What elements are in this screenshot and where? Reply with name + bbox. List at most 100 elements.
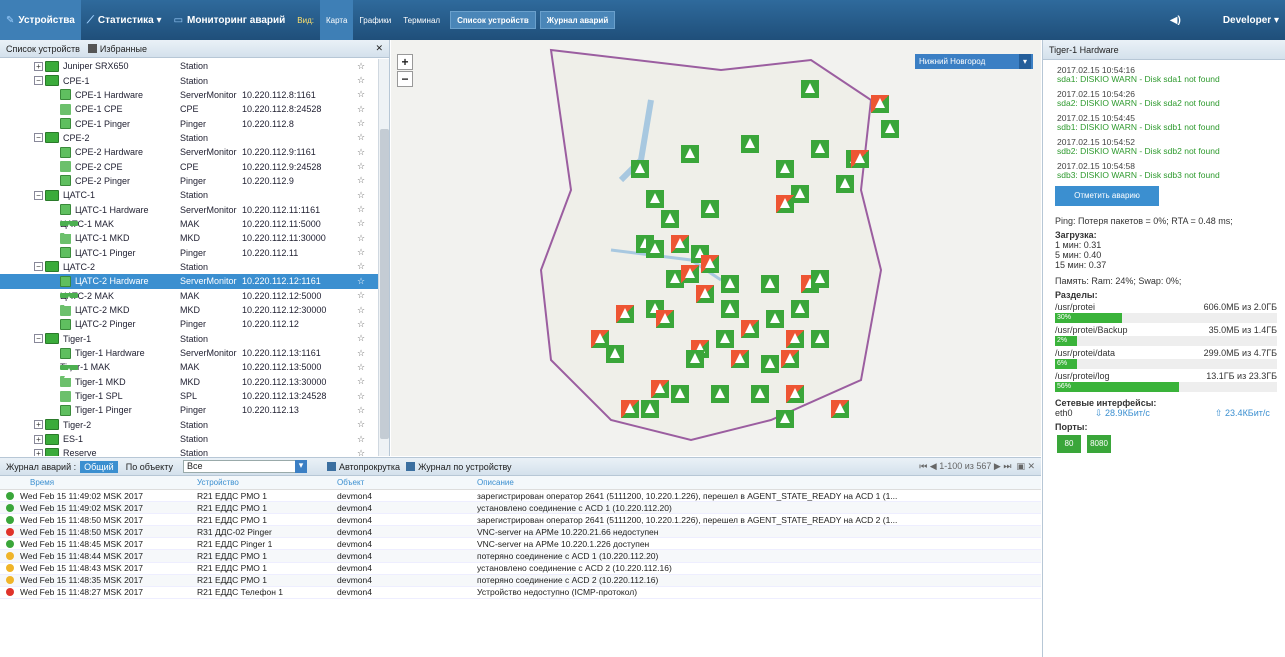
collapse-icon[interactable]: − xyxy=(34,133,43,143)
tree-row[interactable]: CPE-2 CPE CPE 10.220.112.9:24528 ☆ xyxy=(0,159,378,173)
filter-select[interactable]: Все xyxy=(182,460,307,473)
station-marker-icon[interactable] xyxy=(711,385,729,403)
tree-row[interactable]: + Reserve Station ☆ xyxy=(0,446,378,456)
station-marker-icon[interactable] xyxy=(681,145,699,163)
station-marker-icon[interactable] xyxy=(661,210,679,228)
favorite-star-icon[interactable]: ☆ xyxy=(354,333,368,344)
alarm-row[interactable]: Wed Feb 15 11:48:27 MSK 2017 R21 ЕДДС Тел… xyxy=(0,587,1041,599)
station-marker-icon[interactable] xyxy=(786,330,804,348)
col-object[interactable]: Объект xyxy=(337,478,477,487)
favorite-star-icon[interactable]: ☆ xyxy=(354,448,368,456)
tree-row[interactable]: ЦАТС-1 Hardware ServerMonitor 10.220.112.1… xyxy=(0,202,378,216)
collapse-icon[interactable]: − xyxy=(34,76,43,86)
station-marker-icon[interactable] xyxy=(716,330,734,348)
station-marker-icon[interactable] xyxy=(646,240,664,258)
collapse-icon[interactable]: − xyxy=(34,334,43,344)
close-icon[interactable]: ✕ xyxy=(375,43,383,54)
zoom-out-button[interactable]: − xyxy=(397,71,413,87)
station-marker-icon[interactable] xyxy=(696,285,714,303)
station-marker-icon[interactable] xyxy=(606,345,624,363)
tab-by-object[interactable]: По объекту xyxy=(122,461,177,473)
favorite-star-icon[interactable]: ☆ xyxy=(354,261,368,272)
favorite-star-icon[interactable]: ☆ xyxy=(354,190,368,201)
station-marker-icon[interactable] xyxy=(631,160,649,178)
station-marker-icon[interactable] xyxy=(851,150,869,168)
station-marker-icon[interactable] xyxy=(776,195,794,213)
station-marker-icon[interactable] xyxy=(731,350,749,368)
favorite-star-icon[interactable]: ☆ xyxy=(354,319,368,330)
station-marker-icon[interactable] xyxy=(681,265,699,283)
station-marker-icon[interactable] xyxy=(621,400,639,418)
favorite-star-icon[interactable]: ☆ xyxy=(354,132,368,143)
col-time[interactable]: Время xyxy=(0,478,197,487)
tree-row[interactable]: ЦАТС-2 MAK MAK 10.220.112.12:5000 ☆ xyxy=(0,289,378,307)
menu-statistics[interactable]: ⟋ Статистика ▾ xyxy=(81,15,168,26)
tree-row[interactable]: ЦАТС-1 MAK MAK 10.220.112.11:5000 ☆ xyxy=(0,217,378,235)
region-select[interactable]: Нижний Новгород xyxy=(915,54,1033,69)
station-marker-icon[interactable] xyxy=(641,400,659,418)
station-marker-icon[interactable] xyxy=(781,350,799,368)
favorite-star-icon[interactable]: ☆ xyxy=(354,276,368,287)
station-marker-icon[interactable] xyxy=(701,255,719,273)
favorite-star-icon[interactable]: ☆ xyxy=(354,362,368,373)
collapse-icon[interactable]: − xyxy=(34,190,43,200)
favorite-star-icon[interactable]: ☆ xyxy=(354,405,368,416)
tree-row[interactable]: + Tiger-2 Station ☆ xyxy=(0,418,378,432)
tree-row[interactable]: Tiger-1 SPL SPL 10.220.112.13:24528 ☆ xyxy=(0,389,378,403)
station-marker-icon[interactable] xyxy=(721,300,739,318)
favorites-tab[interactable]: Избранные xyxy=(87,44,147,54)
zoom-in-button[interactable]: + xyxy=(397,54,413,70)
col-device[interactable]: Устройство xyxy=(197,478,337,487)
tree-row[interactable]: Tiger-1 Hardware ServerMonitor 10.220.112.… xyxy=(0,346,378,360)
alarm-row[interactable]: Wed Feb 15 11:48:35 MSK 2017 R21 ЕДДС РМО… xyxy=(0,574,1041,587)
menu-devices[interactable]: ✎ Устройства xyxy=(0,0,81,40)
view-map-button[interactable]: Карта xyxy=(320,0,354,40)
favorite-star-icon[interactable]: ☆ xyxy=(354,147,368,158)
station-marker-icon[interactable] xyxy=(721,275,739,293)
station-marker-icon[interactable] xyxy=(751,385,769,403)
tree-row[interactable]: Tiger-1 Pinger Pinger 10.220.112.13 ☆ xyxy=(0,403,378,417)
alarm-row[interactable]: Wed Feb 15 11:48:43 MSK 2017 R21 ЕДДС РМО… xyxy=(0,563,1041,575)
station-marker-icon[interactable] xyxy=(776,160,794,178)
station-marker-icon[interactable] xyxy=(871,95,889,113)
acknowledge-alarm-button[interactable]: Отметить аварию xyxy=(1055,186,1159,206)
tree-row[interactable]: Tiger-1 MKD MKD 10.220.112.13:30000 ☆ xyxy=(0,375,378,389)
tree-row[interactable]: ЦАТС-2 Hardware ServerMonitor 10.220.112.1… xyxy=(0,274,378,289)
station-marker-icon[interactable] xyxy=(776,410,794,428)
view-graphs-button[interactable]: Графики xyxy=(353,16,397,25)
sound-icon[interactable]: ◀) xyxy=(1164,15,1187,26)
alarm-row[interactable]: Wed Feb 15 11:48:50 MSK 2017 R31 ДДС-02 P… xyxy=(0,526,1041,539)
favorite-star-icon[interactable]: ☆ xyxy=(354,233,368,244)
favorite-star-icon[interactable]: ☆ xyxy=(354,290,368,301)
tree-row[interactable]: − ЦАТС-1 Station ☆ xyxy=(0,188,378,202)
favorite-star-icon[interactable]: ☆ xyxy=(354,348,368,359)
expand-icon[interactable]: + xyxy=(34,420,43,430)
port-badge[interactable]: 80 xyxy=(1057,435,1081,453)
tab-all[interactable]: Общий xyxy=(80,460,118,473)
station-marker-icon[interactable] xyxy=(801,80,819,98)
station-marker-icon[interactable] xyxy=(616,305,634,323)
autoscroll-checkbox[interactable]: Автопрокрутка xyxy=(326,462,400,472)
alarm-row[interactable]: Wed Feb 15 11:49:02 MSK 2017 R21 ЕДДС РМО… xyxy=(0,502,1041,515)
tree-row[interactable]: CPE-1 Hardware ServerMonitor 10.220.112.8:… xyxy=(0,88,378,102)
favorite-star-icon[interactable]: ☆ xyxy=(354,376,368,387)
tree-row[interactable]: CPE-1 CPE CPE 10.220.112.8:24528 ☆ xyxy=(0,102,378,116)
col-description[interactable]: Описание xyxy=(477,478,1041,487)
station-marker-icon[interactable] xyxy=(811,270,829,288)
station-marker-icon[interactable] xyxy=(656,310,674,328)
station-marker-icon[interactable] xyxy=(701,200,719,218)
alarm-row[interactable]: Wed Feb 15 11:48:44 MSK 2017 R21 ЕДДС РМО… xyxy=(0,550,1041,563)
favorite-star-icon[interactable]: ☆ xyxy=(354,218,368,229)
map-view[interactable]: + − Нижний Новгород xyxy=(391,40,1041,456)
favorite-star-icon[interactable]: ☆ xyxy=(354,104,368,115)
alarm-row[interactable]: Wed Feb 15 11:49:02 MSK 2017 R21 ЕДДС РМО… xyxy=(0,490,1041,503)
favorite-star-icon[interactable]: ☆ xyxy=(354,175,368,186)
favorite-star-icon[interactable]: ☆ xyxy=(354,118,368,129)
favorite-star-icon[interactable]: ☆ xyxy=(354,391,368,402)
station-marker-icon[interactable] xyxy=(686,350,704,368)
port-badge[interactable]: 8080 xyxy=(1087,435,1111,453)
tree-row[interactable]: + ES-1 Station ☆ xyxy=(0,432,378,446)
tree-row[interactable]: CPE-2 Pinger Pinger 10.220.112.9 ☆ xyxy=(0,174,378,188)
station-marker-icon[interactable] xyxy=(811,330,829,348)
station-marker-icon[interactable] xyxy=(831,400,849,418)
